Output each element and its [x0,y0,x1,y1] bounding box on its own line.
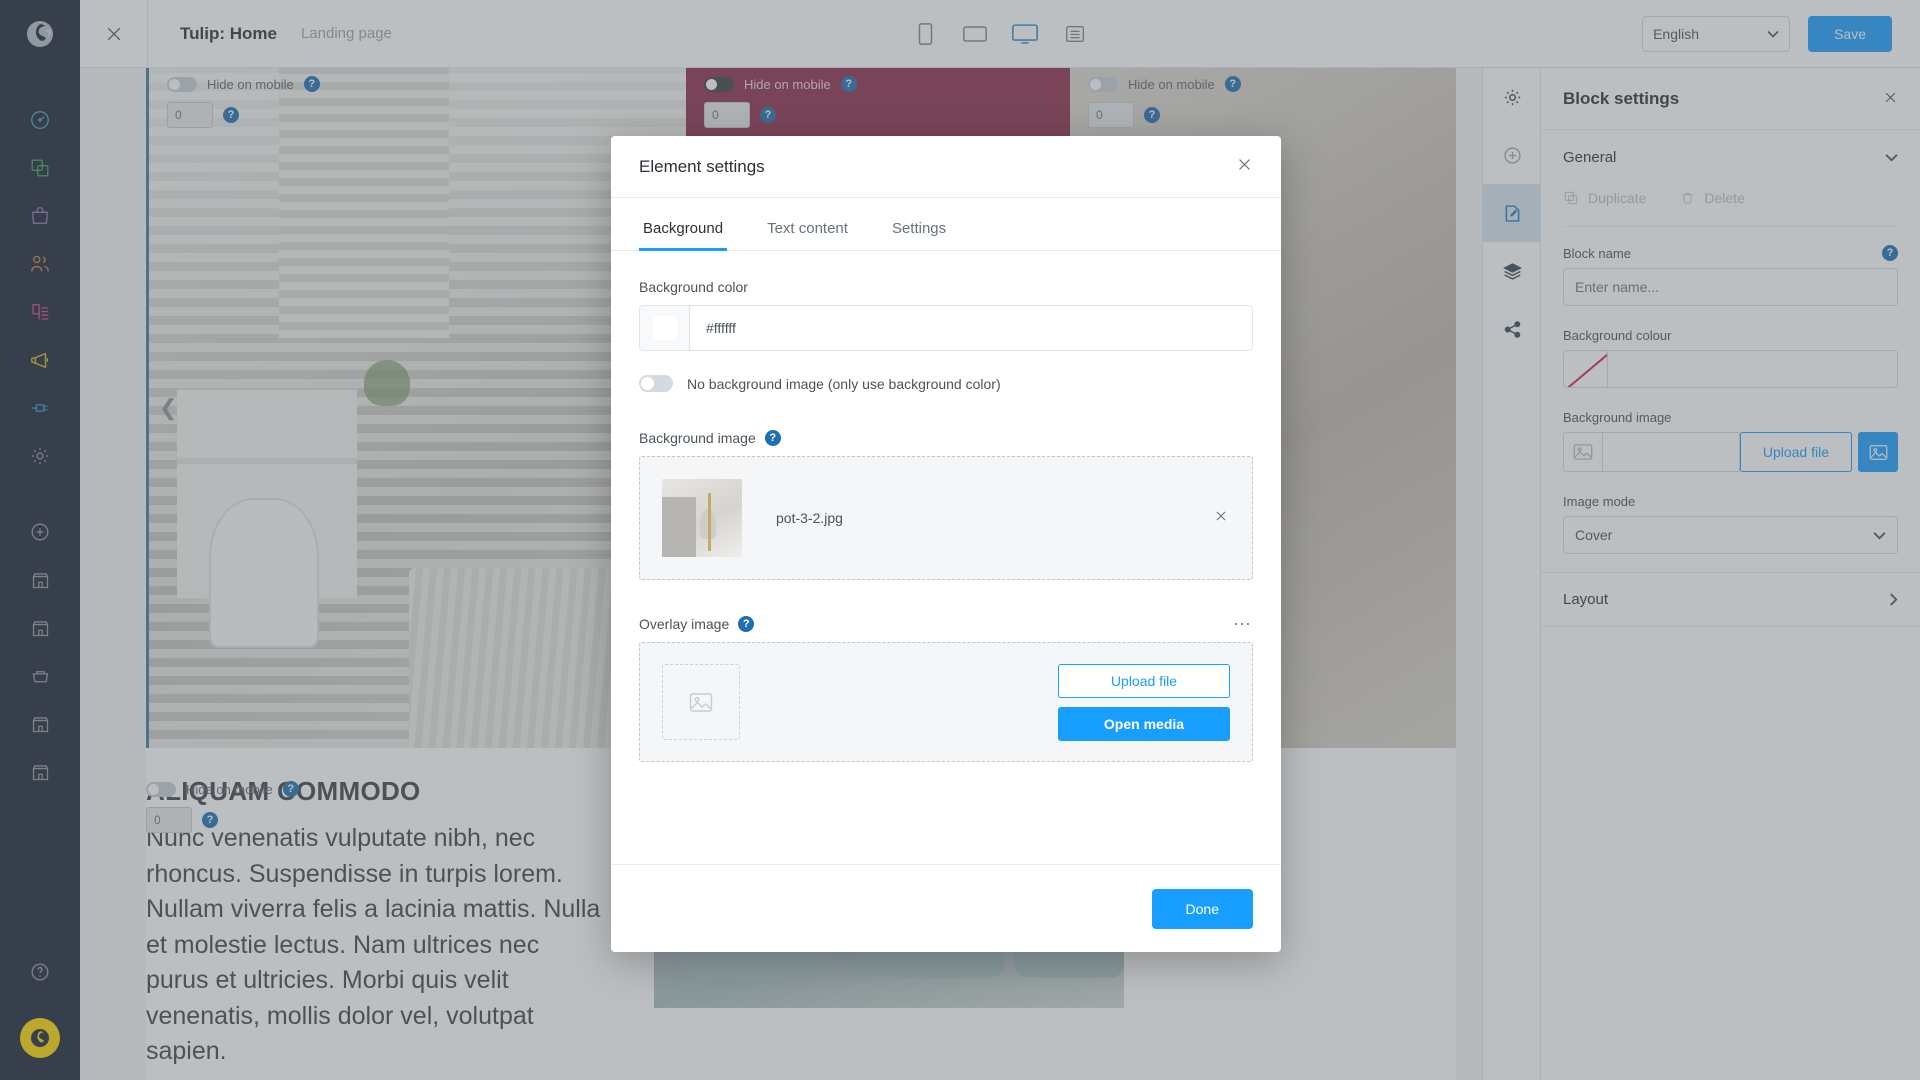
no-background-image-row: No background image (only use background… [639,375,1253,392]
no-background-image-toggle[interactable] [639,375,673,392]
modal-close-button[interactable] [1236,156,1253,177]
overlay-image-dropzone[interactable]: Upload file Open media [639,642,1253,762]
tab-background[interactable]: Background [639,220,745,251]
overlay-image-placeholder [662,664,740,740]
stand-decor [708,493,711,551]
background-image-dropzone[interactable]: pot-3-2.jpg [639,456,1253,580]
modal-footer: Done [611,864,1281,952]
background-color-label: Background color [639,279,748,295]
overlay-image-actions: Upload file Open media [1058,663,1230,741]
modal-body: Background color #ffffff No background i… [611,251,1281,864]
remove-background-image-button[interactable] [1214,509,1228,527]
modal-header: Element settings [611,136,1281,198]
background-color-value[interactable]: #ffffff [689,305,1253,351]
color-swatch [652,316,677,340]
help-icon[interactable]: ? [738,616,755,632]
close-icon [1239,159,1250,170]
overlay-image-label-row: Overlay image ? [639,616,755,632]
bed-decor [662,497,696,557]
background-color-field[interactable]: #ffffff [639,305,1253,351]
image-placeholder-icon [689,692,713,712]
no-background-image-label: No background image (only use background… [687,375,1001,392]
element-settings-modal: Element settings Background Text content… [611,136,1281,952]
modal-tabs: Background Text content Settings [611,198,1281,251]
help-icon[interactable]: ? [764,430,781,446]
background-image-file-name: pot-3-2.jpg [776,510,843,526]
overlay-image-label: Overlay image [639,616,730,632]
modal-background-image-label-row: Background image ? [639,430,1253,446]
close-icon [1216,511,1226,521]
overlay-open-media-button[interactable]: Open media [1058,706,1230,741]
color-swatch-button[interactable] [639,305,689,351]
modal-background-image-label: Background image [639,430,756,446]
overlay-image-more-button[interactable]: ⋯ [1233,615,1253,633]
done-button[interactable]: Done [1151,888,1253,929]
background-image-thumbnail [662,479,742,557]
modal-title: Element settings [639,156,765,176]
overlay-image-header: Overlay image ? ⋯ [639,615,1253,633]
tab-text-content[interactable]: Text content [745,220,870,250]
overlay-upload-file-button[interactable]: Upload file [1058,663,1230,698]
tab-settings[interactable]: Settings [870,220,968,250]
